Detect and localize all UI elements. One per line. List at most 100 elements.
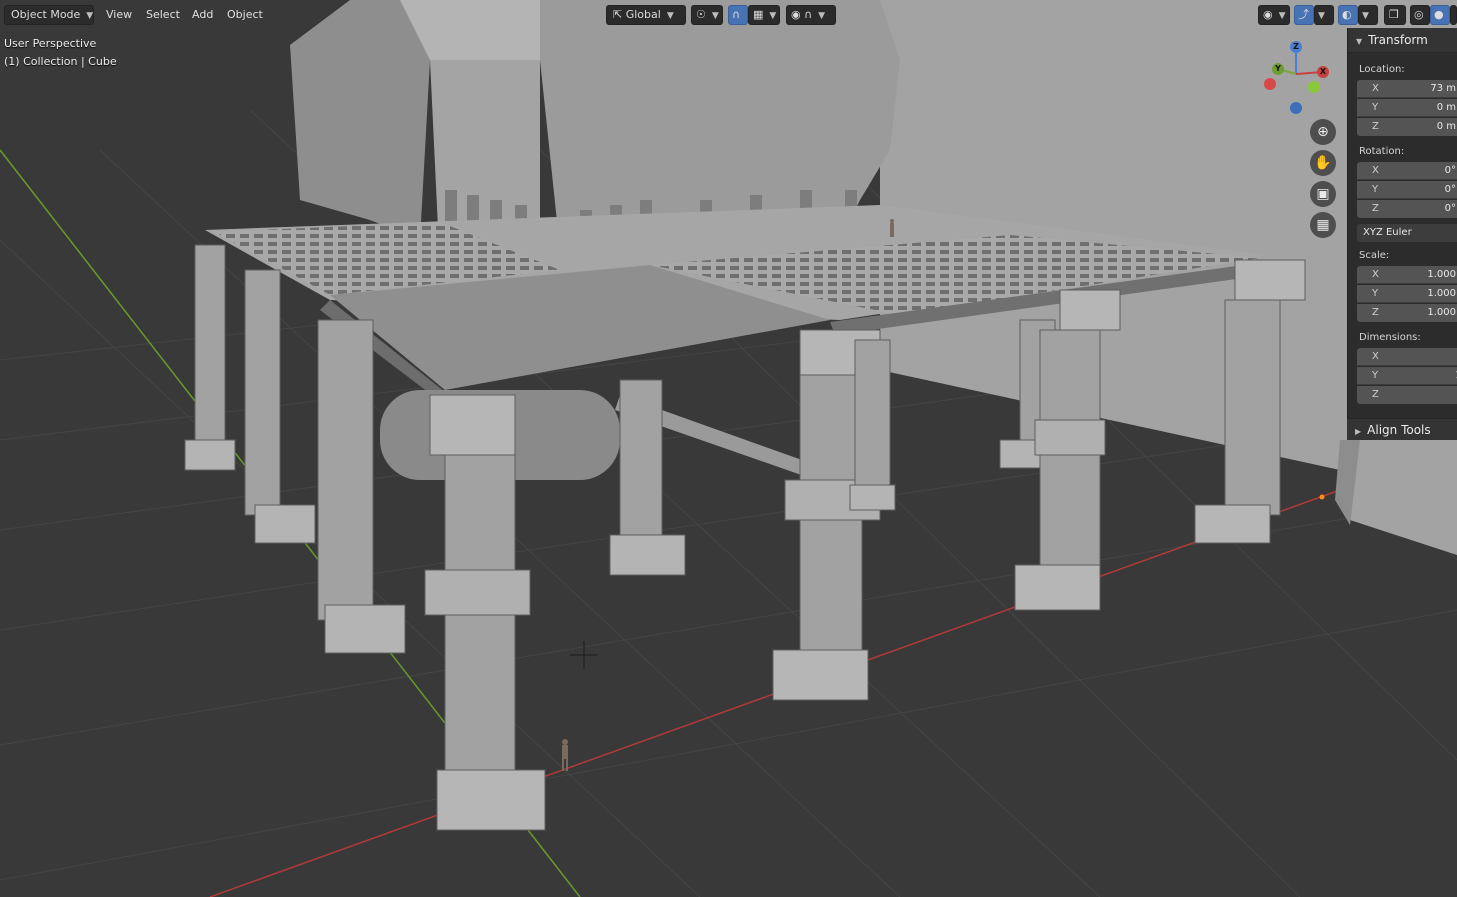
- scale-z-field[interactable]: Z 1.000: [1357, 304, 1457, 322]
- proportional-edit[interactable]: ◉ ∩ ▼: [786, 5, 836, 25]
- wireframe-sphere-icon: ◎: [1414, 8, 1424, 21]
- gizmo-x-axis[interactable]: X: [1317, 66, 1329, 78]
- visibility-dropdown[interactable]: ◉ ▼: [1258, 5, 1290, 25]
- snap-toggle[interactable]: ∩: [728, 5, 748, 25]
- gizmo-neg-x[interactable]: [1264, 78, 1276, 90]
- field-value: 73 m: [1430, 83, 1456, 94]
- field-value: 1.000: [1427, 288, 1456, 299]
- field-value: 0°: [1444, 165, 1456, 176]
- proportional-icon: ◉ ∩: [791, 8, 813, 21]
- magnet-icon: ∩: [732, 8, 741, 21]
- rotation-mode-dropdown[interactable]: XYZ Euler: [1357, 224, 1457, 242]
- solid-sphere-icon: ●: [1434, 8, 1444, 21]
- gizmo-toggle[interactable]: ⤴: [1294, 5, 1314, 25]
- rotation-mode-value: XYZ Euler: [1363, 227, 1412, 238]
- gizmo-z-axis[interactable]: Z: [1290, 41, 1302, 53]
- dimensions-y-field[interactable]: Y15: [1357, 367, 1457, 385]
- column-mid-right: [849, 339, 896, 511]
- overlays-icon: ◐: [1342, 8, 1352, 21]
- object-origin: [1319, 494, 1325, 500]
- gizmo-y-axis[interactable]: Y: [1272, 63, 1284, 75]
- shading-wireframe[interactable]: ◎: [1410, 5, 1430, 25]
- 3d-viewport[interactable]: Object Mode ▼ View Select Add Object ⇱ Gl…: [0, 0, 1457, 897]
- transform-title: Transform: [1368, 33, 1428, 47]
- snap-target-dropdown[interactable]: ▦ ▼: [748, 5, 780, 25]
- field-value: 0°: [1444, 184, 1456, 195]
- disclosure-open-icon: ▼: [1356, 37, 1363, 46]
- gizmo-neg-y[interactable]: [1308, 81, 1320, 93]
- axis-label: Z: [1372, 389, 1379, 400]
- menu-add[interactable]: Add: [186, 5, 219, 25]
- location-z-field[interactable]: Z 0 m: [1357, 118, 1457, 136]
- rotation-x-field[interactable]: X 0°: [1357, 162, 1457, 180]
- shading-solid[interactable]: ●: [1430, 5, 1450, 25]
- scale-x-field[interactable]: X 1.000: [1357, 266, 1457, 284]
- location-label: Location:: [1359, 64, 1405, 75]
- orientation-dropdown[interactable]: ⇱ Global ▼: [606, 5, 686, 25]
- dimensions-label: Dimensions:: [1359, 332, 1421, 343]
- chevron-down-icon: ▼: [769, 11, 777, 21]
- view-perspective-label: User Perspective: [4, 37, 97, 50]
- mode-dropdown[interactable]: Object Mode ▼: [4, 5, 94, 25]
- axis-label: X: [1372, 351, 1379, 362]
- column-mid-back: [609, 379, 686, 576]
- align-tools-panel-header[interactable]: ▶ Align Tools: [1347, 418, 1457, 440]
- axis-label: Z: [1372, 307, 1379, 318]
- camera-icon[interactable]: ▣: [1310, 181, 1336, 207]
- align-tools-title: Align Tools: [1367, 423, 1431, 437]
- rotation-y-field[interactable]: Y 0°: [1357, 181, 1457, 199]
- zoom-icon[interactable]: ⊕: [1310, 119, 1336, 145]
- menu-select[interactable]: Select: [140, 5, 186, 25]
- chevron-down-icon: ▼: [1318, 11, 1325, 21]
- menu-object[interactable]: Object: [221, 5, 269, 25]
- active-object-label: (1) Collection | Cube: [4, 55, 117, 68]
- perspective-grid-icon[interactable]: ▦: [1310, 212, 1336, 238]
- pivot-dropdown[interactable]: ☉ ▼: [691, 5, 723, 25]
- location-y-field[interactable]: Y 0 m: [1357, 99, 1457, 117]
- rotation-z-field[interactable]: Z 0°: [1357, 200, 1457, 218]
- menu-view[interactable]: View: [100, 5, 138, 25]
- overlays-toggle[interactable]: ◐: [1338, 5, 1358, 25]
- axis-label: Z: [1372, 121, 1379, 132]
- gizmo-dropdown[interactable]: ▼: [1314, 5, 1334, 25]
- pivot-icon: ☉: [696, 8, 706, 21]
- axis-label: Y: [1372, 370, 1379, 381]
- pan-hand-icon[interactable]: ✋: [1310, 150, 1336, 176]
- disclosure-closed-icon: ▶: [1355, 427, 1362, 436]
- human-figure-small: [890, 219, 894, 237]
- field-value: 1.000: [1427, 269, 1456, 280]
- xray-toggle[interactable]: ❐: [1384, 5, 1406, 25]
- scale-y-field[interactable]: Y 1.000: [1357, 285, 1457, 303]
- dimensions-z-field[interactable]: Z: [1357, 386, 1457, 404]
- transform-panel-header[interactable]: ▼ Transform: [1348, 28, 1457, 53]
- scene-canvas[interactable]: [0, 0, 1457, 897]
- column-back-left: [184, 244, 236, 471]
- orientation-label: Global: [625, 8, 661, 21]
- dimensions-x-field[interactable]: X: [1357, 348, 1457, 366]
- shading-material[interactable]: [1450, 5, 1457, 25]
- rotation-label: Rotation:: [1359, 146, 1405, 157]
- field-value: 0 m: [1436, 102, 1456, 113]
- chevron-down-icon: ▼: [86, 11, 94, 21]
- mode-label: Object Mode: [11, 8, 81, 21]
- field-value: 0°: [1444, 203, 1456, 214]
- machine-left-block: [290, 0, 430, 240]
- axis-label: Y: [1372, 184, 1379, 195]
- xray-icon: ❐: [1389, 8, 1399, 21]
- chevron-down-icon: ▼: [711, 11, 719, 21]
- column-left-2: [244, 269, 316, 544]
- overlays-dropdown[interactable]: ▼: [1358, 5, 1378, 25]
- eye-icon: ◉: [1263, 8, 1273, 21]
- gizmo-neg-z[interactable]: [1290, 102, 1302, 114]
- axis-label: X: [1372, 83, 1379, 94]
- axis-label: Y: [1372, 102, 1379, 113]
- location-x-field[interactable]: X 73 m: [1357, 80, 1457, 98]
- chevron-down-icon: ▼: [1278, 11, 1286, 21]
- column-left-3: [317, 319, 406, 654]
- human-figure: [562, 739, 568, 771]
- field-value: 1.000: [1427, 307, 1456, 318]
- chevron-down-icon: ▼: [818, 11, 826, 21]
- field-value: 0 m: [1436, 121, 1456, 132]
- orientation-icon: ⇱: [613, 8, 623, 21]
- gizmo-icon: ⤴: [1298, 8, 1309, 21]
